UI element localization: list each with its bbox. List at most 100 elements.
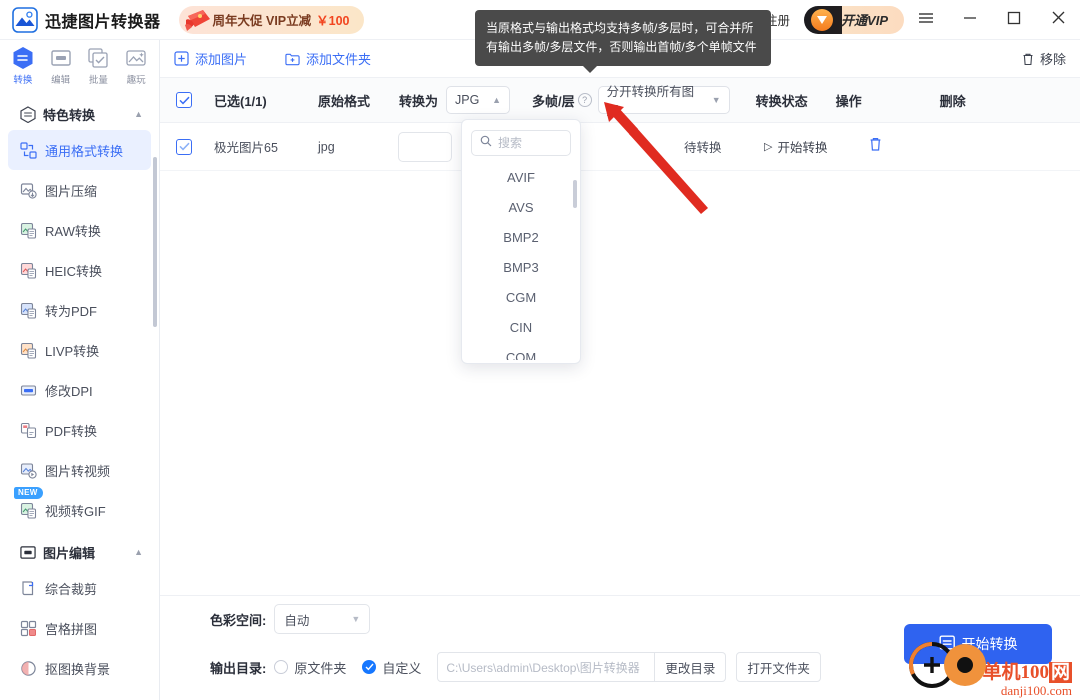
- sidebar-item-label: PDF转换: [45, 423, 98, 439]
- open-folder-button[interactable]: 打开文件夹: [736, 652, 821, 682]
- row-checkbox[interactable]: [176, 138, 192, 155]
- remove-button[interactable]: 移除: [1021, 49, 1066, 68]
- sidebar-item-remove-background[interactable]: 抠图换背景: [8, 648, 151, 688]
- multi-frame-value: 分开转换所有图层: [606, 85, 695, 118]
- close-button[interactable]: [1036, 0, 1080, 40]
- mode-tab-convert[interactable]: 转换: [4, 46, 42, 86]
- sidebar-item-modify-dpi[interactable]: 修改DPI: [8, 370, 151, 410]
- select-all-checkbox[interactable]: [176, 92, 192, 108]
- open-vip-button[interactable]: 开通VIP: [804, 5, 904, 34]
- promo-banner[interactable]: 周年大促 VIP立减 ￥100: [178, 5, 364, 34]
- sidebar-item-heic-convert[interactable]: HEIC转换: [8, 250, 151, 290]
- open-folder-label: 打开文件夹: [747, 661, 810, 676]
- new-badge: NEW: [14, 487, 43, 499]
- sidebar-item-label: 图片转视频: [45, 463, 111, 479]
- header-convert-to: 转换为: [399, 93, 439, 109]
- format-option[interactable]: BMP3: [462, 252, 580, 282]
- format-option[interactable]: BMP2: [462, 222, 580, 252]
- sidebar-item-general-format-convert[interactable]: 通用格式转换: [8, 130, 151, 170]
- vip-diamond-icon: [811, 8, 834, 31]
- radio-original-folder[interactable]: [274, 660, 289, 674]
- mode-tab-label: 趣玩: [126, 75, 146, 86]
- color-space-select[interactable]: 自动 ▼: [274, 604, 371, 634]
- titlebar-right-controls: 登录/注册 开通VIP: [727, 0, 1080, 40]
- chevron-up-icon: ▲: [492, 95, 502, 105]
- remove-bg-icon: [20, 660, 37, 677]
- chevron-down-icon: ▼: [351, 614, 361, 624]
- add-image-icon: [174, 51, 189, 66]
- dpi-icon: [20, 382, 37, 399]
- row-start-convert-button[interactable]: ▷ 开始转换: [764, 137, 868, 156]
- change-dir-button[interactable]: 更改目录: [655, 652, 727, 682]
- sidebar-group-feature-convert[interactable]: 特色转换 ▲: [0, 98, 159, 130]
- format-list-scrollbar[interactable]: [573, 180, 577, 208]
- edit-icon: [50, 46, 72, 70]
- video-to-gif-icon: [20, 502, 37, 519]
- format-option[interactable]: CIN: [462, 312, 580, 342]
- format-option[interactable]: CGM: [462, 282, 580, 312]
- sidebar-item-label: 通用格式转换: [45, 143, 124, 159]
- promo-price: ￥100: [316, 14, 350, 28]
- radio-custom-folder[interactable]: [362, 660, 377, 674]
- row-convert-to-select[interactable]: [398, 131, 452, 162]
- sidebar-item-video-to-gif[interactable]: NEW 视频转GIF: [8, 487, 151, 530]
- sidebar-item-livp-convert[interactable]: LIVP转换: [8, 330, 151, 370]
- sidebar-item-comprehensive-crop[interactable]: 综合裁剪: [8, 568, 151, 608]
- minimize-button[interactable]: [948, 0, 992, 40]
- mode-tab-edit[interactable]: 编辑: [42, 46, 80, 86]
- app-brand: 迅捷图片转换器: [0, 6, 161, 33]
- row-file-name: 极光图片65: [214, 141, 278, 155]
- remove-label: 移除: [1039, 52, 1066, 67]
- color-space-label: 色彩空间:: [210, 612, 267, 628]
- format-option[interactable]: AVS: [462, 192, 580, 222]
- sidebar-item-label: 宫格拼图: [45, 621, 98, 637]
- maximize-icon: [1007, 11, 1021, 29]
- table-row: 极光图片65 jpg 待转换 ▷ 开始转换: [160, 123, 1080, 171]
- output-dir-label: 输出目录:: [210, 660, 267, 676]
- add-folder-icon: [285, 51, 300, 66]
- question-mark-icon[interactable]: ?: [577, 93, 592, 107]
- output-path-field[interactable]: C:\Users\admin\Desktop\图片转换器: [437, 652, 656, 682]
- format-search-input[interactable]: [498, 136, 562, 150]
- fun-icon: [125, 46, 147, 70]
- header-selected-count: 已选(1/1): [214, 93, 267, 109]
- sidebar-item-raw-convert[interactable]: RAW转换: [8, 210, 151, 250]
- add-folder-button[interactable]: 添加文件夹: [285, 49, 371, 68]
- sidebar-scroll-area: 特色转换 ▲ 通用格式转换 图片压缩 RAW转换 HEIC转换 转为PDF LI…: [0, 92, 159, 700]
- format-search-box[interactable]: [471, 130, 571, 156]
- sidebar-item-to-pdf[interactable]: 转为PDF: [8, 290, 151, 330]
- format-option[interactable]: COM: [462, 342, 580, 361]
- trash-icon: [1021, 52, 1035, 66]
- radio-original-folder-label: 原文件夹: [294, 660, 347, 676]
- format-option-list[interactable]: AVIF AVS BMP2 BMP3 CGM CIN COM: [462, 160, 580, 360]
- hamburger-icon: [918, 11, 934, 29]
- compress-icon: [20, 182, 37, 199]
- mode-tab-fun[interactable]: 趣玩: [117, 46, 155, 86]
- format-dropdown-popup[interactable]: AVIF AVS BMP2 BMP3 CGM CIN COM: [461, 119, 581, 364]
- chevron-up-icon: ▲: [134, 547, 143, 557]
- menu-button[interactable]: [904, 0, 948, 40]
- sidebar-item-grid-puzzle[interactable]: 宫格拼图: [8, 608, 151, 648]
- add-image-button[interactable]: 添加图片: [174, 49, 247, 68]
- sidebar-item-image-to-video[interactable]: 图片转视频: [8, 450, 151, 490]
- radio-custom-folder-label: 自定义: [382, 660, 422, 676]
- watermark-rings-icon: [904, 633, 990, 694]
- to-pdf-icon: [20, 302, 37, 319]
- sidebar-item-pdf-convert[interactable]: PDF转换: [8, 410, 151, 450]
- sidebar-item-label: RAW转换: [45, 223, 101, 239]
- sidebar-scrollbar[interactable]: [153, 157, 157, 327]
- app-window: 迅捷图片转换器 周年大促 VIP立减 ￥100 登录/注册: [0, 0, 1080, 700]
- raw-icon: [20, 222, 37, 239]
- format-option[interactable]: AVIF: [462, 162, 580, 192]
- sidebar-item-image-compress[interactable]: 图片压缩: [8, 170, 151, 210]
- row-delete-button[interactable]: [868, 136, 883, 157]
- close-icon: [1051, 10, 1066, 29]
- convert-to-select[interactable]: JPG ▲: [446, 86, 511, 114]
- play-icon: ▷: [764, 141, 773, 153]
- sidebar-group-image-edit[interactable]: 图片编辑 ▲: [0, 536, 159, 568]
- maximize-button[interactable]: [992, 0, 1036, 40]
- output-path-value: C:\Users\admin\Desktop\图片转换器: [446, 660, 640, 675]
- mode-tab-batch[interactable]: 批量: [80, 46, 118, 86]
- tooltip-text: 当原格式与输出格式均支持多帧/多层时，可合并所有输出多帧/多层文件，否则输出首帧…: [486, 21, 757, 54]
- multi-frame-select[interactable]: 分开转换所有图层 ▼: [597, 85, 730, 118]
